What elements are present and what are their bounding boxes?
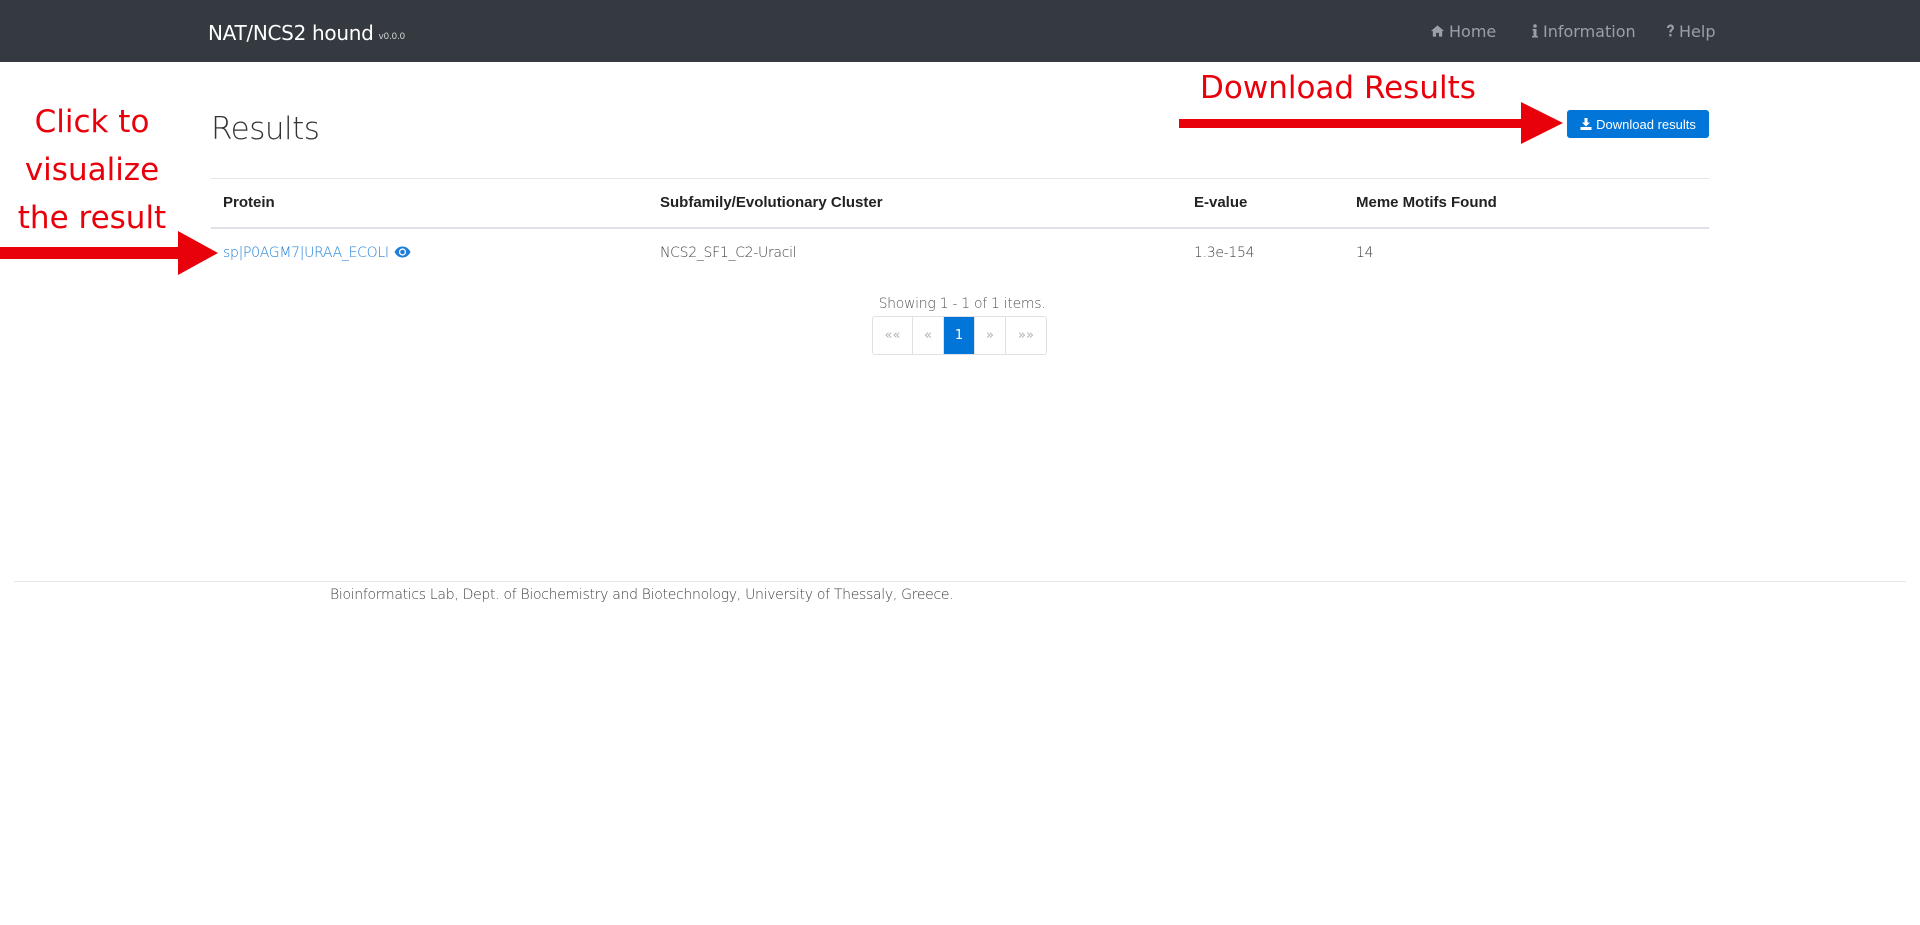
brand-version: v0.0.0 (378, 32, 406, 42)
eye-icon[interactable] (394, 246, 411, 258)
nav-help-label: Help (1679, 22, 1716, 41)
page-prev-button[interactable]: « (913, 317, 944, 354)
column-header-meme-motifs[interactable]: Meme Motifs Found (1356, 194, 1497, 211)
question-icon (1667, 24, 1674, 37)
footer-text: Bioinformatics Lab, Dept. of Biochemistr… (330, 587, 954, 603)
page-last-button[interactable]: »» (1006, 317, 1046, 354)
arrow-right-icon (0, 231, 218, 275)
info-icon (1532, 24, 1538, 38)
download-results-button[interactable]: Download results (1567, 110, 1709, 138)
column-header-evalue[interactable]: E-value (1194, 194, 1247, 211)
protein-link[interactable]: sp|P0AGM7|URAA_ECOLI (223, 245, 389, 261)
pagination: «« « 1 » »» (872, 316, 1047, 355)
motifs-cell: 14 (1356, 245, 1374, 261)
page-first-button[interactable]: «« (873, 317, 913, 354)
download-results-label: Download results (1596, 116, 1696, 132)
download-icon (1580, 118, 1592, 130)
nav-help[interactable]: Help (1666, 22, 1715, 41)
brand[interactable]: NAT/NCS2 hound v0.0.0 (208, 21, 405, 45)
brand-name[interactable]: NAT/NCS2 hound (208, 21, 374, 45)
evalue-cell: 1.3e-154 (1194, 245, 1255, 261)
arrow-right-icon (1179, 102, 1563, 144)
nav-home[interactable]: Home (1430, 22, 1496, 41)
nav-information[interactable]: Information (1531, 22, 1636, 41)
annotation-line-1: Click to (34, 104, 150, 140)
table-header-border (211, 227, 1709, 229)
page-next-button[interactable]: » (975, 317, 1006, 354)
nav-information-label: Information (1543, 22, 1636, 41)
protein-cell: sp|P0AGM7|URAA_ECOLI (223, 245, 411, 261)
annotation-visualize: Click to visualize the result (8, 98, 176, 242)
table-summary: Showing 1 - 1 of 1 items. (0, 296, 1920, 312)
navbar: NAT/NCS2 hound v0.0.0 Home Information He… (0, 0, 1920, 62)
footer-divider (14, 581, 1906, 582)
page-title: Results (211, 111, 320, 147)
annotation-line-2: visualize (24, 152, 160, 188)
subfamily-cell: NCS2_SF1_C2-Uracil (660, 245, 797, 261)
column-header-subfamily[interactable]: Subfamily/Evolutionary Cluster (660, 194, 883, 211)
column-header-protein[interactable]: Protein (223, 194, 275, 211)
page-current-button[interactable]: 1 (944, 317, 975, 354)
nav-home-label: Home (1449, 22, 1497, 41)
table-summary-text: Showing 1 - 1 of 1 items. (878, 296, 1046, 312)
table-top-border (211, 178, 1709, 179)
home-icon (1430, 25, 1445, 37)
